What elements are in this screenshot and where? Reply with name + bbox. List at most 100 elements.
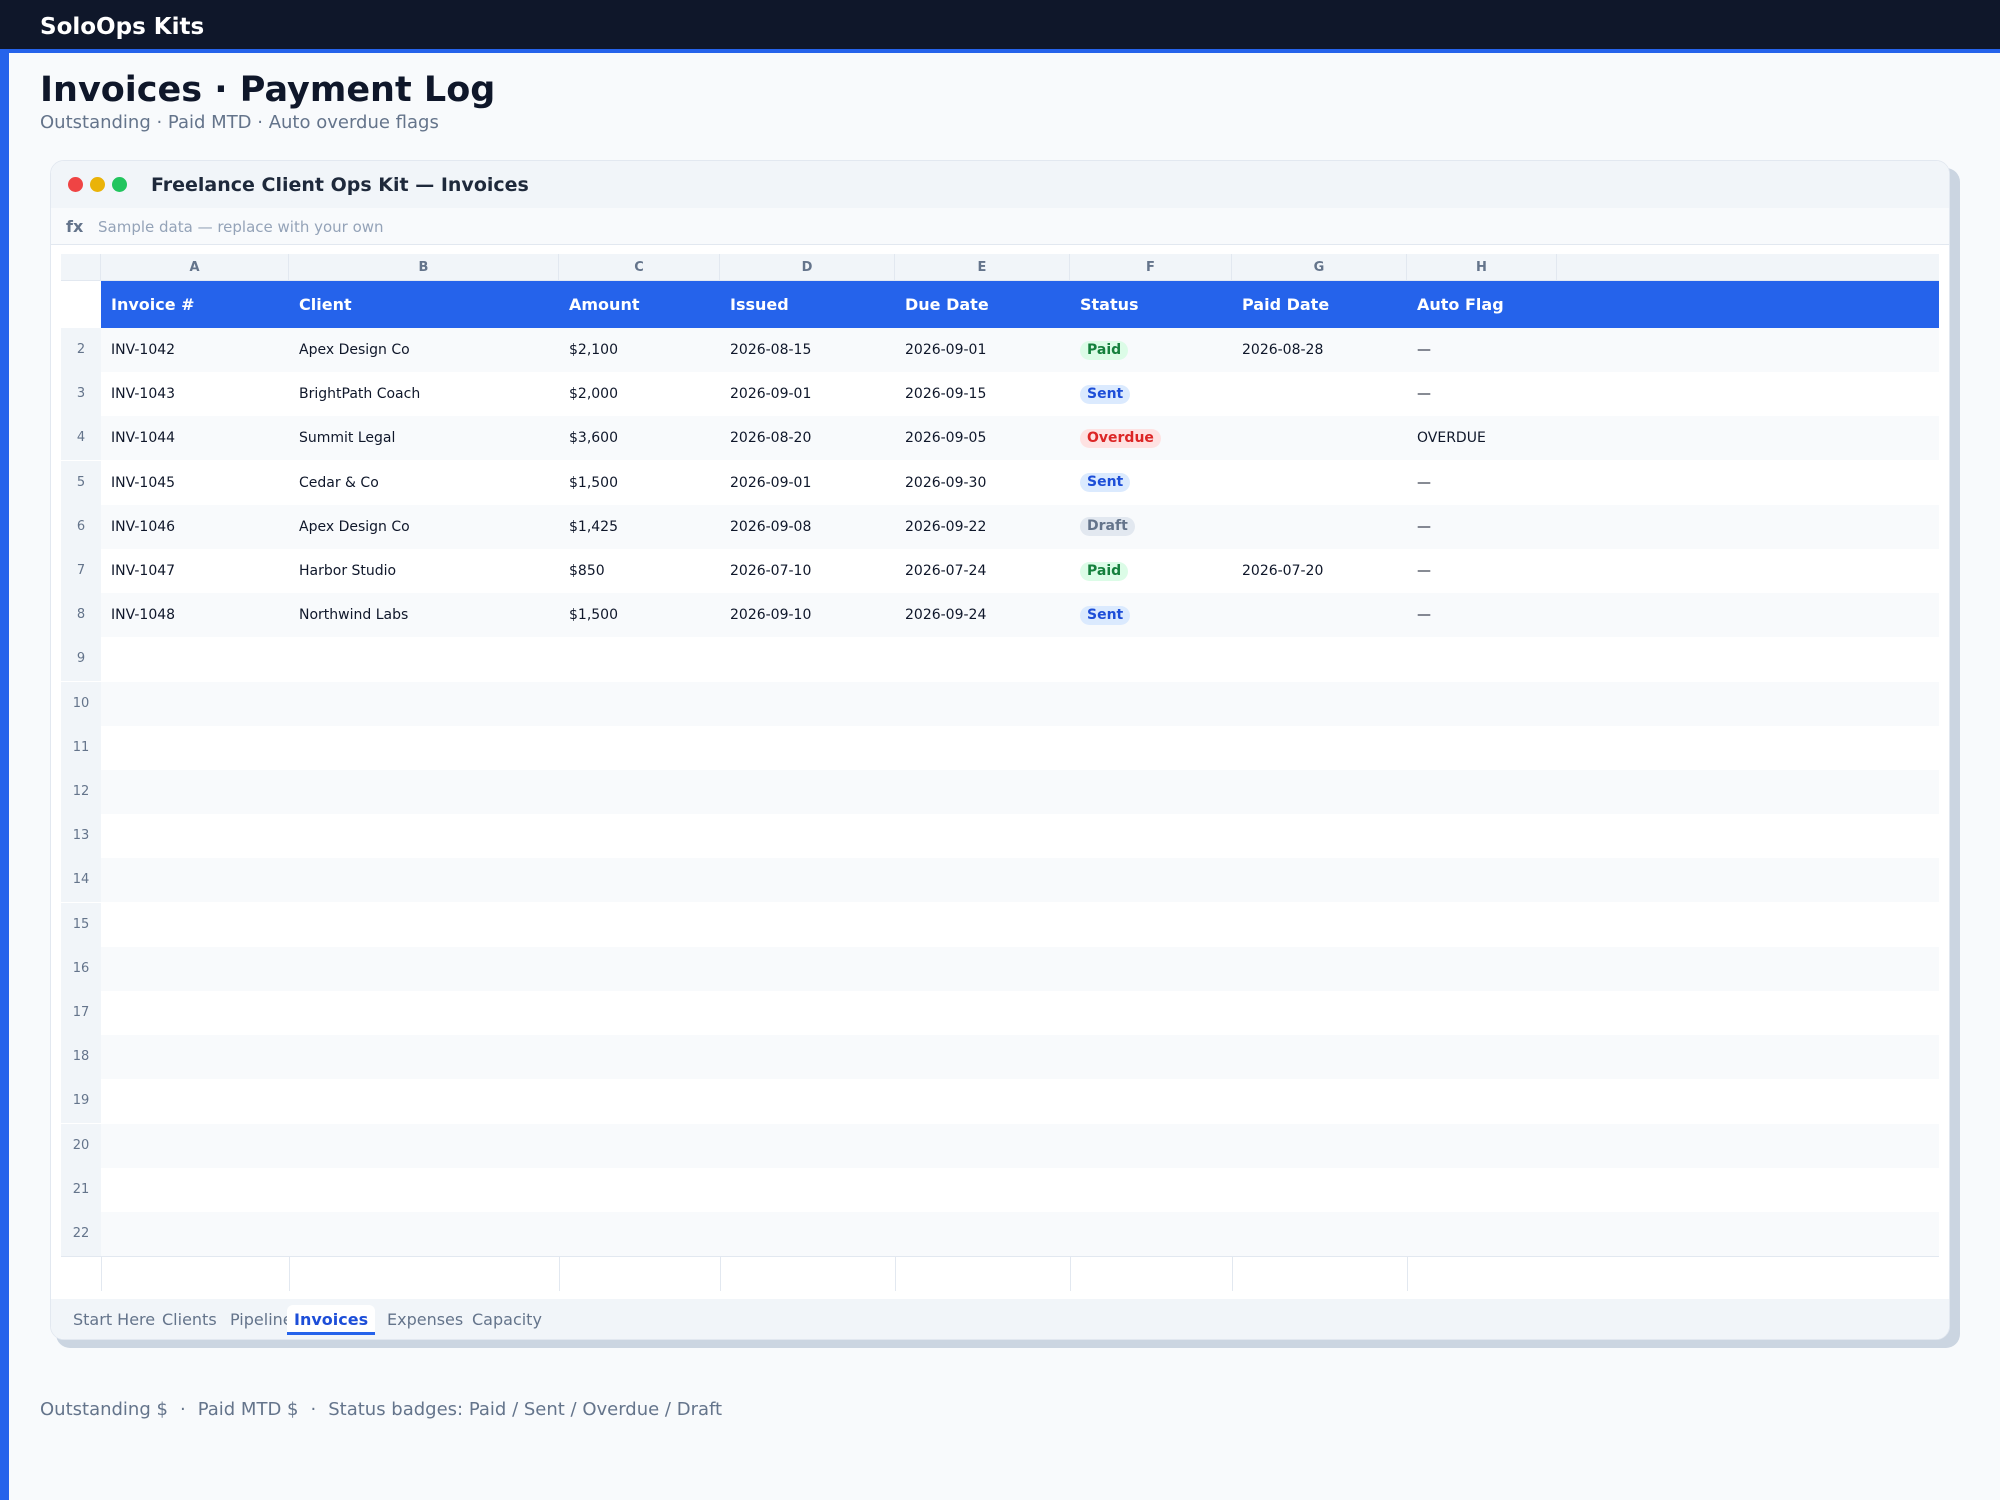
column-letter-h[interactable]: H — [1407, 254, 1557, 281]
amount-cell[interactable]: $3,600 — [559, 416, 720, 460]
tab-capacity[interactable]: Capacity — [465, 1305, 549, 1335]
due-date-cell[interactable]: 2026-07-24 — [895, 549, 1070, 593]
column-header-due-date[interactable]: Due Date — [895, 281, 1070, 328]
auto-flag-cell[interactable]: OVERDUE — [1407, 416, 1557, 460]
row-number[interactable]: 15 — [61, 902, 101, 947]
due-date-cell[interactable]: 2026-09-15 — [895, 372, 1070, 416]
auto-flag-cell[interactable]: — — [1407, 461, 1557, 505]
row-number[interactable]: 7 — [61, 549, 101, 593]
client-cell[interactable]: Northwind Labs — [289, 593, 559, 637]
status-cell[interactable]: Paid — [1070, 328, 1232, 372]
invoice-id-cell[interactable]: INV-1042 — [101, 328, 289, 372]
column-header-auto-flag[interactable]: Auto Flag — [1407, 281, 1557, 328]
invoice-id-cell[interactable]: INV-1045 — [101, 461, 289, 505]
row-number[interactable]: 20 — [61, 1123, 101, 1168]
auto-flag-cell[interactable]: — — [1407, 328, 1557, 372]
column-letter-a[interactable]: A — [101, 254, 289, 281]
issued-cell[interactable]: 2026-08-20 — [720, 416, 895, 460]
column-letter-g[interactable]: G — [1232, 254, 1407, 281]
status-cell[interactable]: Sent — [1070, 461, 1232, 505]
amount-cell[interactable]: $2,000 — [559, 372, 720, 416]
row-number[interactable]: 8 — [61, 593, 101, 638]
issued-cell[interactable]: 2026-07-10 — [720, 549, 895, 593]
client-cell[interactable]: Harbor Studio — [289, 549, 559, 593]
paid-date-cell[interactable] — [1232, 372, 1407, 416]
row-number[interactable]: 2 — [61, 328, 101, 372]
issued-cell[interactable]: 2026-08-15 — [720, 328, 895, 372]
row-number[interactable]: 21 — [61, 1167, 101, 1212]
maximize-window-dot[interactable] — [112, 177, 127, 192]
tab-start-here[interactable]: Start Here — [66, 1305, 162, 1335]
issued-cell[interactable]: 2026-09-10 — [720, 593, 895, 637]
client-cell[interactable]: Summit Legal — [289, 416, 559, 460]
invoice-id-cell[interactable]: INV-1044 — [101, 416, 289, 460]
status-cell[interactable]: Sent — [1070, 593, 1232, 637]
auto-flag-cell[interactable]: — — [1407, 593, 1557, 637]
row-number[interactable]: 6 — [61, 504, 101, 549]
amount-cell[interactable]: $1,500 — [559, 461, 720, 505]
row-number[interactable]: 16 — [61, 946, 101, 991]
client-cell[interactable]: Apex Design Co — [289, 328, 559, 372]
column-letter-c[interactable]: C — [559, 254, 720, 281]
row-number[interactable]: 12 — [61, 770, 101, 814]
column-header-issued[interactable]: Issued — [720, 281, 895, 328]
tab-invoices[interactable]: Invoices — [287, 1305, 376, 1335]
row-number[interactable]: 18 — [61, 1035, 101, 1080]
issued-cell[interactable]: 2026-09-01 — [720, 372, 895, 416]
due-date-cell[interactable]: 2026-09-05 — [895, 416, 1070, 460]
invoice-id-cell[interactable]: INV-1046 — [101, 505, 289, 549]
row-number[interactable]: 22 — [61, 1212, 101, 1256]
paid-date-cell[interactable] — [1232, 593, 1407, 637]
row-number[interactable]: 3 — [61, 372, 101, 417]
column-letter-f[interactable]: F — [1070, 254, 1232, 281]
column-letter-d[interactable]: D — [720, 254, 895, 281]
due-date-cell[interactable]: 2026-09-30 — [895, 461, 1070, 505]
row-number[interactable]: 4 — [61, 416, 101, 461]
minimize-window-dot[interactable] — [90, 177, 105, 192]
row-number[interactable]: 19 — [61, 1079, 101, 1124]
status-cell[interactable]: Paid — [1070, 549, 1232, 593]
formula-text[interactable]: Sample data — replace with your own — [98, 218, 384, 236]
row-number[interactable]: 9 — [61, 637, 101, 682]
auto-flag-cell[interactable]: — — [1407, 372, 1557, 416]
column-header-amount[interactable]: Amount — [559, 281, 720, 328]
auto-flag-cell[interactable]: — — [1407, 549, 1557, 593]
tab-clients[interactable]: Clients — [155, 1305, 224, 1335]
paid-date-cell[interactable] — [1232, 505, 1407, 549]
paid-date-cell[interactable]: 2026-07-20 — [1232, 549, 1407, 593]
amount-cell[interactable]: $1,500 — [559, 593, 720, 637]
invoice-id-cell[interactable]: INV-1047 — [101, 549, 289, 593]
amount-cell[interactable]: $2,100 — [559, 328, 720, 372]
select-all-corner[interactable] — [61, 254, 101, 281]
column-header-status[interactable]: Status — [1070, 281, 1232, 328]
issued-cell[interactable]: 2026-09-01 — [720, 461, 895, 505]
close-window-dot[interactable] — [68, 177, 83, 192]
paid-date-cell[interactable] — [1232, 461, 1407, 505]
row-number[interactable] — [61, 281, 101, 328]
invoice-id-cell[interactable]: INV-1048 — [101, 593, 289, 637]
auto-flag-cell[interactable]: — — [1407, 505, 1557, 549]
due-date-cell[interactable]: 2026-09-22 — [895, 505, 1070, 549]
row-number[interactable]: 14 — [61, 858, 101, 903]
paid-date-cell[interactable] — [1232, 416, 1407, 460]
issued-cell[interactable]: 2026-09-08 — [720, 505, 895, 549]
amount-cell[interactable]: $850 — [559, 549, 720, 593]
client-cell[interactable]: BrightPath Coach — [289, 372, 559, 416]
paid-date-cell[interactable]: 2026-08-28 — [1232, 328, 1407, 372]
formula-bar[interactable]: fx Sample data — replace with your own — [51, 208, 1949, 245]
row-number[interactable]: 11 — [61, 725, 101, 770]
client-cell[interactable]: Cedar & Co — [289, 461, 559, 505]
row-number[interactable]: 10 — [61, 681, 101, 726]
column-header-paid-date[interactable]: Paid Date — [1232, 281, 1407, 328]
status-cell[interactable]: Overdue — [1070, 416, 1232, 460]
due-date-cell[interactable]: 2026-09-01 — [895, 328, 1070, 372]
status-cell[interactable]: Sent — [1070, 372, 1232, 416]
invoice-id-cell[interactable]: INV-1043 — [101, 372, 289, 416]
column-header-invoice-id[interactable]: Invoice # — [101, 281, 289, 328]
row-number[interactable]: 13 — [61, 814, 101, 859]
column-letter-e[interactable]: E — [895, 254, 1070, 281]
client-cell[interactable]: Apex Design Co — [289, 505, 559, 549]
row-number[interactable]: 5 — [61, 460, 101, 505]
column-header-client[interactable]: Client — [289, 281, 559, 328]
status-cell[interactable]: Draft — [1070, 505, 1232, 549]
